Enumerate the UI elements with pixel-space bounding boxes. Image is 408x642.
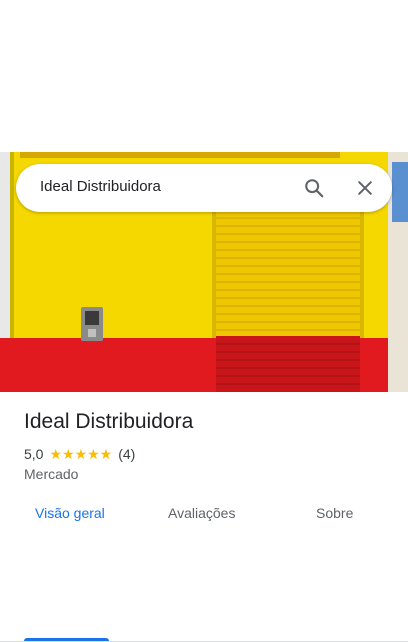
close-button[interactable] <box>351 174 379 202</box>
tab-about[interactable]: Sobre <box>316 505 353 521</box>
rating-value: 5,0 <box>24 446 44 462</box>
place-category[interactable]: Mercado <box>24 466 78 482</box>
tab-reviews[interactable]: Avaliações <box>168 505 235 521</box>
search-icon <box>305 179 324 198</box>
place-info-panel: Ideal Distribuidora 5,0 ★★★★★ (4) Mercad… <box>0 392 408 642</box>
close-icon <box>358 181 372 195</box>
place-tabs: Visão geral Avaliações Sobre <box>0 497 408 642</box>
place-title: Ideal Distribuidora <box>24 410 194 433</box>
search-input[interactable]: Ideal Distribuidora <box>40 178 161 195</box>
search-box[interactable]: Ideal Distribuidora <box>16 164 392 212</box>
rating-stars: ★★★★★ <box>49 445 113 462</box>
review-count[interactable]: (4) <box>118 446 135 462</box>
tab-overview[interactable]: Visão geral <box>35 505 105 521</box>
search-button[interactable] <box>300 174 328 202</box>
rating-row[interactable]: 5,0 ★★★★★ (4) <box>24 445 135 463</box>
